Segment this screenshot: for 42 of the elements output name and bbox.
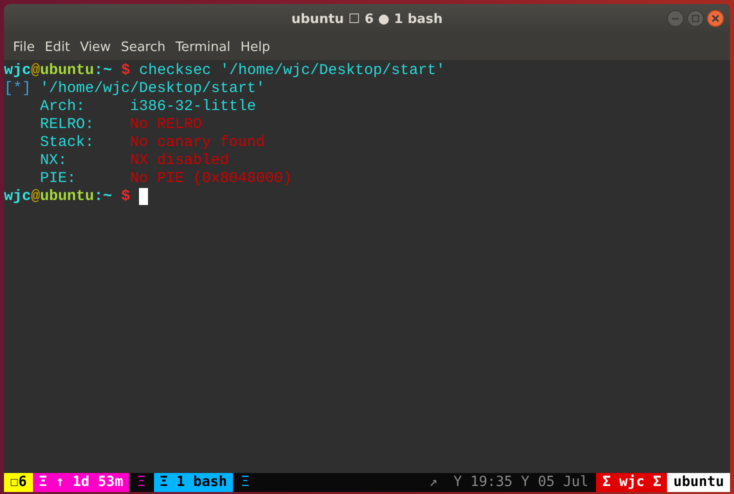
prompt-path: :~ [94,188,112,206]
window-title: ubuntu ☐ 6 ● 1 bash [291,12,443,26]
field-label: PIE: [39,170,78,188]
status-segment: ubuntu [667,473,730,492]
field-value: No PIE (0x8048000) [130,170,292,188]
info-text: '/home/wjc/Desktop/start' [39,80,266,98]
prompt-user: wjc [4,62,32,80]
status-segment: Σ wjc Σ [596,473,668,492]
prompt-at: @ [31,62,40,80]
field-label: Stack: [39,134,96,152]
field-value: i386-32-little [130,98,256,116]
status-segment: ☐6 [4,473,33,492]
menu-item[interactable]: View [74,40,116,54]
minimize-icon[interactable] [667,10,684,27]
menu-item[interactable]: File [8,40,40,54]
status-segment: Ξ ↑ 1d 53m [32,473,130,492]
status-glyph: Y 19:35 Y 05 Jul [452,473,590,492]
maximize-icon[interactable] [687,10,704,27]
close-icon[interactable] [707,10,724,27]
status-glyph: Ξ [240,473,250,492]
prompt-host: ubuntu [40,62,94,80]
field-value: NX disabled [130,152,230,170]
status-segment: Ξ 1 bash [154,473,234,492]
prompt-path: :~ [94,62,112,80]
prompt-symbol: $ [120,188,132,206]
menu-item[interactable]: Edit [40,40,75,54]
field-value: No canary found [130,134,266,152]
prompt-symbol: $ [120,62,132,80]
status-glyph: Ξ [136,473,147,492]
status-glyph: ↗ [428,473,439,492]
menu-item[interactable]: Terminal [170,40,236,54]
info-marker: [*] [4,80,32,98]
prompt-at: @ [31,188,40,206]
command-text: checksec '/home/wjc/Desktop/start' [139,62,446,80]
field-value: No RELRO [130,116,202,134]
field-label: Arch: [39,98,86,116]
prompt-host: ubuntu [40,188,94,206]
menu-item[interactable]: Help [235,40,276,54]
menu-item[interactable]: Search [116,40,170,54]
field-label: RELRO: [39,116,96,134]
prompt-user: wjc [4,188,32,206]
field-label: NX: [39,152,68,170]
